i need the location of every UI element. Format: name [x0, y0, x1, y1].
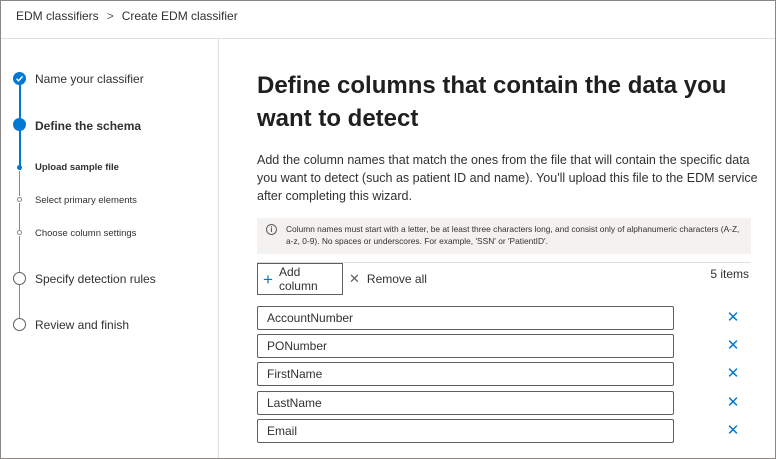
step-current-indicator	[13, 118, 26, 131]
close-icon: ✕	[349, 271, 360, 286]
breadcrumb-edm-classifiers[interactable]: EDM classifiers	[16, 9, 99, 23]
connector-line-2	[19, 130, 21, 170]
breadcrumb-separator: >	[106, 9, 114, 23]
remove-all-button[interactable]: ✕ Remove all	[349, 263, 427, 295]
column-command-bar: + Add column ✕ Remove all 5 items	[257, 262, 751, 295]
column-name-input[interactable]	[257, 391, 674, 415]
delete-column-close-icon[interactable]: ✕	[726, 423, 740, 438]
delete-column-close-icon[interactable]: ✕	[726, 366, 740, 381]
breadcrumb: EDM classifiers > Create EDM classifier	[16, 9, 238, 23]
delete-column-close-icon[interactable]: ✕	[726, 338, 740, 353]
substep-upload-sample-file[interactable]: Upload sample file	[35, 162, 119, 173]
items-count: 5 items	[710, 267, 749, 281]
column-name-input[interactable]	[257, 334, 674, 358]
info-message-text: Column names must start with a letter, b…	[286, 224, 740, 246]
connector-line-3	[19, 171, 20, 196]
info-message-bar: i Column names must start with a letter,…	[257, 218, 751, 254]
add-column-label: Add column	[278, 265, 318, 293]
step-pending-circle	[13, 272, 26, 285]
main-content: Define columns that contain the data you…	[220, 39, 775, 458]
substep-pending-dot	[17, 197, 22, 202]
add-column-button[interactable]: + Add column	[257, 263, 343, 295]
connector-line-5	[19, 236, 20, 273]
page-description: Add the column names that match the ones…	[257, 153, 758, 203]
breadcrumb-create-edm-classifier: Create EDM classifier	[121, 9, 238, 23]
column-name-input[interactable]	[257, 362, 674, 386]
substep-choose-column-settings[interactable]: Choose column settings	[35, 228, 136, 239]
column-name-input[interactable]	[257, 306, 674, 330]
connector-line-4	[19, 203, 20, 230]
info-icon: i	[266, 224, 277, 235]
step-pending-circle	[13, 318, 26, 331]
page-title: Define columns that contain the data you…	[257, 72, 727, 132]
column-name-input[interactable]	[257, 419, 674, 443]
remove-all-label: Remove all	[366, 272, 427, 286]
delete-column-close-icon[interactable]: ✕	[726, 395, 740, 410]
delete-column-close-icon[interactable]: ✕	[726, 310, 740, 325]
step-review-and-finish[interactable]: Review and finish	[35, 318, 217, 457]
step-completed-checkmark-icon	[13, 72, 26, 85]
substep-pending-dot	[17, 230, 22, 235]
connector-line-6	[19, 285, 20, 318]
wizard-sidebar: Name your classifier Define the schema U…	[1, 39, 219, 458]
plus-icon: +	[263, 269, 273, 289]
substep-select-primary-elements[interactable]: Select primary elements	[35, 195, 137, 206]
substep-current-dot	[17, 165, 22, 170]
